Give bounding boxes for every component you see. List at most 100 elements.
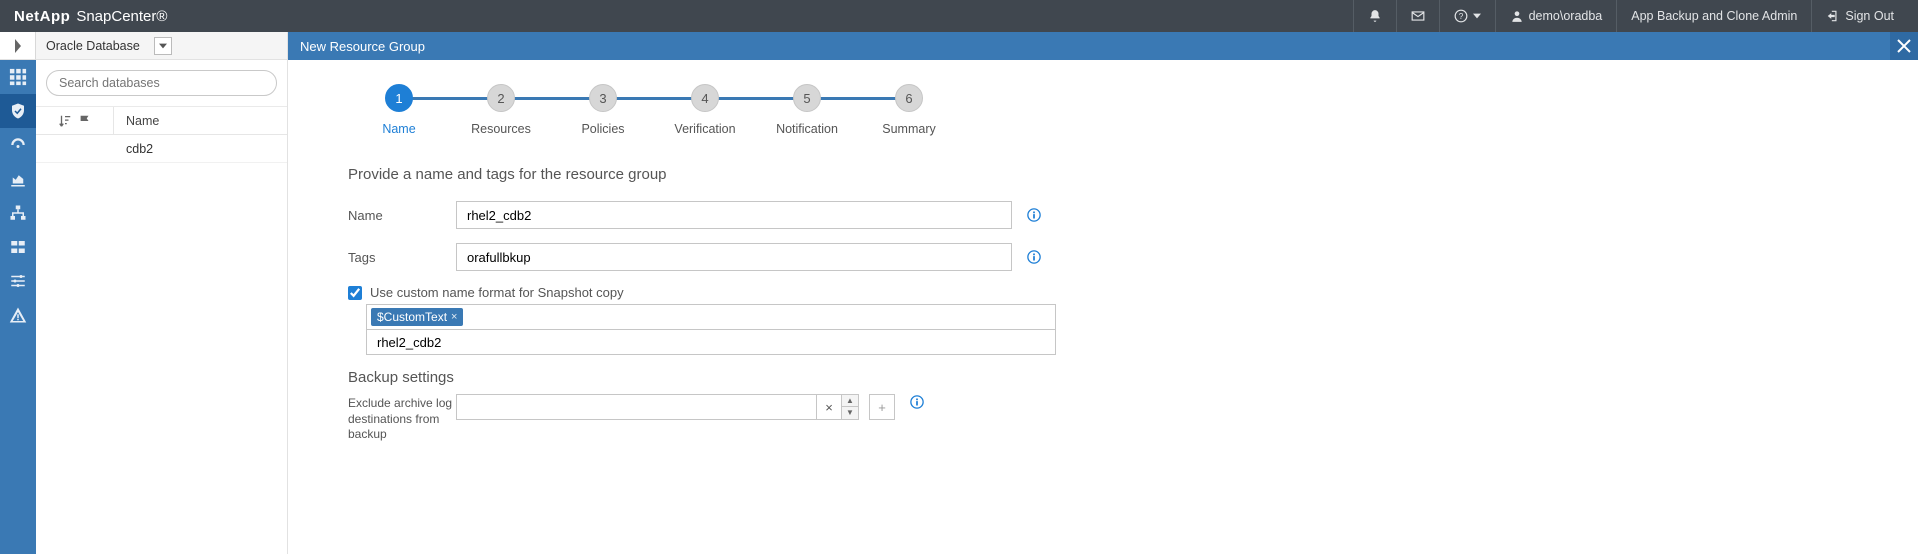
step-label: Policies <box>581 122 624 136</box>
custom-name-checkbox[interactable] <box>348 286 362 300</box>
brand-product: SnapCenter® <box>76 8 167 25</box>
signout-icon <box>1826 9 1840 23</box>
name-input[interactable] <box>456 201 1012 229</box>
netapp-logo: NetApp <box>10 8 70 25</box>
info-icon <box>1027 208 1041 222</box>
close-wizard-button[interactable] <box>1890 32 1918 60</box>
tags-label: Tags <box>348 250 456 265</box>
list-item[interactable]: cdb2 <box>36 135 287 163</box>
list-item-name: cdb2 <box>114 142 287 156</box>
plugin-selected-label: Oracle Database <box>46 39 140 53</box>
search-input[interactable] <box>46 70 277 96</box>
exclude-label: Exclude archive log destinations from ba… <box>348 394 456 443</box>
list-column-header: Name <box>36 107 287 135</box>
caret-down-icon <box>1473 13 1481 19</box>
page-subheader: New Resource Group <box>288 32 1918 60</box>
custom-name-checkbox-label: Use custom name format for Snapshot copy <box>370 285 624 300</box>
close-icon <box>1897 39 1911 53</box>
top-bar: NetApp SnapCenter® ? demo\oradba App Bac… <box>0 0 1918 32</box>
resource-list-panel: Oracle Database Name cdb2 <box>36 32 288 554</box>
nav-resources[interactable] <box>0 94 36 128</box>
user-menu[interactable]: demo\oradba <box>1495 0 1617 32</box>
svg-text:?: ? <box>1458 12 1463 21</box>
exclude-combo: × ▲ ▼ <box>456 394 859 420</box>
role-label[interactable]: App Backup and Clone Admin <box>1616 0 1811 32</box>
step-label: Resources <box>471 122 531 136</box>
flag-icon <box>78 114 92 128</box>
exclude-spinner: ▲ ▼ <box>841 394 859 420</box>
wizard-body: 1 Name 2 Resources 3 Policies 4 Verifica… <box>288 60 1918 554</box>
exclude-spin-down[interactable]: ▼ <box>841 407 859 420</box>
caret-down-icon <box>159 42 167 50</box>
nav-storage[interactable] <box>0 230 36 264</box>
sign-out-label: Sign Out <box>1845 9 1894 23</box>
column-name-header[interactable]: Name <box>114 114 287 128</box>
grid-icon <box>9 68 27 86</box>
wizard-stepper: 1 Name 2 Resources 3 Policies 4 Verifica… <box>348 84 1878 136</box>
step-name[interactable]: 1 Name <box>348 84 450 136</box>
info-icon <box>1027 250 1041 264</box>
bell-icon <box>1368 9 1382 23</box>
step-label: Name <box>382 122 415 136</box>
step-label: Summary <box>882 122 935 136</box>
topbar-right: ? demo\oradba App Backup and Clone Admin… <box>1353 0 1908 32</box>
step-number: 5 <box>793 84 821 112</box>
brand-company: NetApp <box>14 8 70 25</box>
remove-token-button[interactable]: × <box>451 311 457 323</box>
step-notification[interactable]: 5 Notification <box>756 84 858 136</box>
row-tags: Tags <box>348 243 1878 271</box>
step-number: 4 <box>691 84 719 112</box>
step-summary[interactable]: 6 Summary <box>858 84 960 136</box>
left-nav-rail <box>0 32 36 554</box>
step-number: 2 <box>487 84 515 112</box>
exclude-add-button[interactable]: + <box>869 394 895 420</box>
alert-icon <box>9 306 27 324</box>
snapshot-token-text: $CustomText <box>377 310 447 324</box>
plugin-dropdown-button[interactable] <box>154 37 172 55</box>
nav-monitor[interactable] <box>0 128 36 162</box>
name-label: Name <box>348 208 456 223</box>
tags-input[interactable] <box>456 243 1012 271</box>
plugin-selector-bar: Oracle Database <box>36 32 287 60</box>
exclude-info-button[interactable] <box>909 394 925 410</box>
exclude-spin-up[interactable]: ▲ <box>841 394 859 407</box>
sitemap-icon <box>9 204 27 222</box>
role-text: App Backup and Clone Admin <box>1631 9 1797 23</box>
sliders-icon <box>9 272 27 290</box>
chart-icon <box>9 170 27 188</box>
storage-icon <box>9 238 27 256</box>
gauge-icon <box>9 136 27 154</box>
section-title: Provide a name and tags for the resource… <box>348 166 1878 183</box>
subheader-title: New Resource Group <box>300 39 425 54</box>
user-icon <box>1510 9 1524 23</box>
nav-settings[interactable] <box>0 264 36 298</box>
nav-hosts[interactable] <box>0 196 36 230</box>
shield-check-icon <box>9 102 27 120</box>
sign-out-button[interactable]: Sign Out <box>1811 0 1908 32</box>
nav-alerts[interactable] <box>0 298 36 332</box>
row-exclude-archivelog: Exclude archive log destinations from ba… <box>348 394 1878 443</box>
name-info-button[interactable] <box>1026 207 1042 223</box>
step-number: 3 <box>589 84 617 112</box>
snapshot-freetext-input[interactable] <box>366 329 1056 355</box>
main-area: Oracle Database Name cdb2 New Resource G… <box>0 32 1918 554</box>
notifications-button[interactable] <box>1353 0 1396 32</box>
step-policies[interactable]: 3 Policies <box>552 84 654 136</box>
tags-info-button[interactable] <box>1026 249 1042 265</box>
exclude-clear-button[interactable]: × <box>816 394 842 420</box>
step-verification[interactable]: 4 Verification <box>654 84 756 136</box>
step-number: 1 <box>385 84 413 112</box>
step-label: Verification <box>674 122 735 136</box>
help-menu[interactable]: ? <box>1439 0 1495 32</box>
rail-expand-toggle[interactable] <box>0 32 36 60</box>
step-resources[interactable]: 2 Resources <box>450 84 552 136</box>
snapshot-token[interactable]: $CustomText × <box>371 308 463 326</box>
snapshot-token-field[interactable]: $CustomText × <box>366 304 1056 330</box>
sort-controls[interactable] <box>36 107 114 134</box>
info-icon <box>910 395 924 409</box>
messages-button[interactable] <box>1396 0 1439 32</box>
nav-dashboard[interactable] <box>0 60 36 94</box>
nav-reports[interactable] <box>0 162 36 196</box>
exclude-input[interactable] <box>456 394 816 420</box>
mail-icon <box>1411 9 1425 23</box>
